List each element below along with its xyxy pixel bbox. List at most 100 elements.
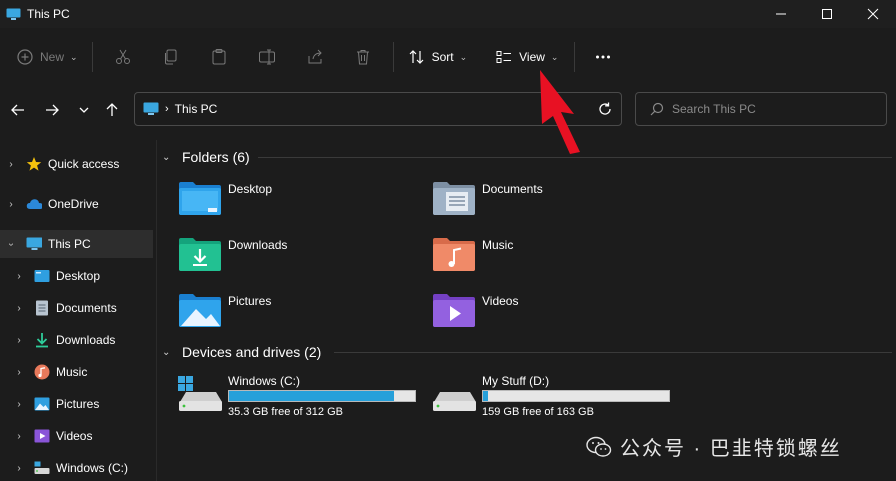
drive-name: My Stuff (D:) <box>482 374 550 388</box>
maximize-icon <box>822 9 832 19</box>
copy-button[interactable] <box>147 41 195 73</box>
arrow-right-icon <box>46 104 59 116</box>
storage-bar <box>228 390 416 402</box>
toolbar-divider <box>392 42 394 72</box>
chevron-right-icon[interactable]: › <box>6 199 16 210</box>
sidebar-item-label: OneDrive <box>48 197 99 211</box>
breadcrumb: › This PC <box>143 102 217 116</box>
monitor-icon <box>143 102 159 115</box>
monitor-icon <box>6 8 21 20</box>
refresh-icon[interactable] <box>597 101 613 117</box>
folder-videos[interactable]: Videos <box>432 292 518 328</box>
documents-icon <box>34 300 50 316</box>
forward-button[interactable] <box>42 100 62 120</box>
folders-group-header[interactable]: ⌄ Folders (6) <box>158 146 250 168</box>
recent-locations-button[interactable] <box>74 100 94 120</box>
sidebar-item-downloads[interactable]: › Downloads <box>0 326 153 354</box>
back-button[interactable] <box>8 100 28 120</box>
toolbar-divider <box>91 42 93 72</box>
rename-icon <box>258 48 276 66</box>
pane-divider[interactable] <box>156 140 157 481</box>
star-icon <box>26 156 42 172</box>
chevron-right-icon[interactable]: › <box>14 399 24 410</box>
sidebar-item-windows-c[interactable]: › Windows (C:) <box>0 454 153 481</box>
folder-documents[interactable]: Documents <box>432 180 543 216</box>
pictures-folder-icon <box>179 294 221 327</box>
watermark-text: 公众号 · 巴韭特锁螺丝 <box>620 438 842 460</box>
arrow-left-icon <box>11 104 24 116</box>
maximize-button[interactable] <box>804 0 850 28</box>
minimize-button[interactable] <box>758 0 804 28</box>
close-button[interactable] <box>850 0 896 28</box>
sidebar-item-pictures[interactable]: › Pictures <box>0 390 153 418</box>
sidebar-item-label: Quick access <box>48 157 120 171</box>
arrow-up-icon <box>106 103 118 116</box>
sidebar-item-documents[interactable]: › Documents <box>0 294 153 322</box>
sidebar-item-videos[interactable]: › Videos <box>0 422 153 450</box>
chevron-right-icon[interactable]: › <box>6 159 16 170</box>
downloads-icon <box>34 332 50 348</box>
window-title: This PC <box>27 7 70 21</box>
folder-music[interactable]: Music <box>432 236 513 272</box>
sort-button[interactable]: Sort ⌄ <box>400 41 476 73</box>
wechat-icon <box>586 436 612 457</box>
sidebar-item-quick-access[interactable]: › Quick access <box>0 150 153 178</box>
drive-icon <box>178 376 222 411</box>
rename-button[interactable] <box>243 41 291 73</box>
chevron-right-icon[interactable]: › <box>14 463 24 474</box>
desktop-folder-icon <box>34 268 50 284</box>
folder-desktop[interactable]: Desktop <box>178 180 272 216</box>
view-icon <box>495 48 513 66</box>
chevron-down-icon: ⌄ <box>459 51 468 62</box>
plus-icon <box>16 48 34 66</box>
desktop-folder-icon <box>179 182 221 215</box>
drive-windows-c[interactable]: Windows (C:) 35.3 GB free of 312 GB <box>178 372 428 424</box>
sidebar-item-this-pc[interactable]: › This PC <box>0 230 153 258</box>
chevron-right-icon[interactable]: › <box>14 367 24 378</box>
sort-label: Sort <box>431 50 454 64</box>
file-list: ⌄ Folders (6) Desktop Documents Download… <box>158 140 896 481</box>
storage-bar <box>482 390 670 402</box>
pictures-icon <box>34 396 50 412</box>
downloads-folder-icon <box>179 238 221 271</box>
documents-folder-icon <box>433 182 475 215</box>
navigation-bar: › This PC <box>0 92 896 128</box>
drive-my-stuff-d[interactable]: My Stuff (D:) 159 GB free of 163 GB <box>432 372 682 424</box>
chevron-right-icon[interactable]: › <box>14 303 24 314</box>
chevron-right-icon[interactable]: › <box>14 335 24 346</box>
chevron-down-icon: ⌄ <box>162 151 171 163</box>
delete-button[interactable] <box>339 41 387 73</box>
sidebar-item-onedrive[interactable]: › OneDrive <box>0 190 153 218</box>
new-button[interactable]: New ⌄ <box>8 41 86 73</box>
search-input[interactable] <box>672 102 872 116</box>
sidebar-item-label: This PC <box>48 237 91 251</box>
music-folder-icon <box>433 238 475 271</box>
cut-icon <box>114 48 132 66</box>
cut-button[interactable] <box>99 41 147 73</box>
close-icon <box>867 8 879 20</box>
paste-button[interactable] <box>195 41 243 73</box>
share-button[interactable] <box>291 41 339 73</box>
folder-pictures[interactable]: Pictures <box>178 292 271 328</box>
drives-group-header[interactable]: ⌄ Devices and drives (2) <box>158 341 321 363</box>
up-button[interactable] <box>102 100 122 120</box>
folder-downloads[interactable]: Downloads <box>178 236 287 272</box>
chevron-right-icon[interactable]: › <box>14 271 24 282</box>
folder-label: Pictures <box>228 294 272 308</box>
sidebar-item-desktop[interactable]: › Desktop <box>0 262 153 290</box>
group-divider <box>334 352 892 353</box>
storage-bar-fill <box>229 391 394 401</box>
chevron-down-icon[interactable]: › <box>6 239 17 249</box>
folder-label: Documents <box>482 182 543 196</box>
sidebar-item-music[interactable]: › Music <box>0 358 153 386</box>
sidebar-item-label: Windows (C:) <box>56 461 129 475</box>
paste-icon <box>210 48 228 66</box>
title-bar: This PC <box>0 0 896 28</box>
videos-icon <box>34 428 50 444</box>
sidebar-item-label: Pictures <box>56 397 100 411</box>
breadcrumb-item[interactable]: This PC <box>175 102 218 116</box>
drive-name: Windows (C:) <box>228 374 301 388</box>
chevron-right-icon[interactable]: › <box>14 431 24 442</box>
sidebar-item-label: Downloads <box>56 333 116 347</box>
search-box[interactable] <box>635 92 887 126</box>
